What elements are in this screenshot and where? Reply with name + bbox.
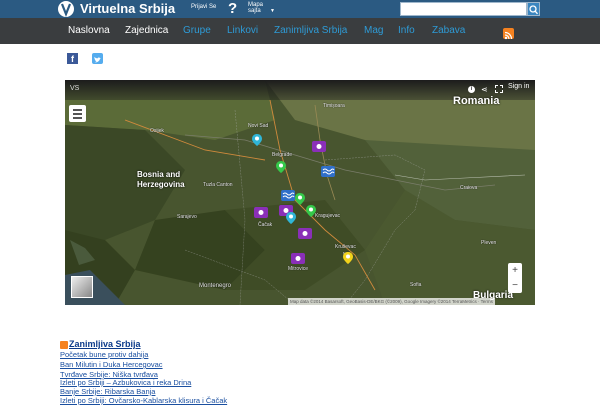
camera-marker-icon[interactable]: [312, 141, 326, 152]
interactive-map[interactable]: VS i ⋖ Sign in Romania Bosnia and Herzeg…: [65, 80, 535, 305]
country-label-bosnia-2: Herzegovina: [137, 180, 185, 189]
map-marker[interactable]: [285, 211, 297, 225]
camera-marker-icon[interactable]: [254, 207, 268, 218]
sitemap-link[interactable]: Mapa sajta: [248, 2, 266, 14]
city-label: Pleven: [481, 240, 497, 246]
map-sign-in-link[interactable]: Sign in: [508, 83, 529, 90]
zoom-in-button[interactable]: +: [508, 263, 522, 278]
feed-item[interactable]: Ban Milutin i Duka Hercegovac: [60, 360, 163, 370]
login-link[interactable]: Prijavi Se: [191, 3, 216, 11]
city-label: Mitrovice: [288, 266, 309, 272]
map-marker[interactable]: [251, 133, 263, 147]
city-label: Timișoara: [323, 103, 345, 109]
map-marker[interactable]: [275, 160, 287, 174]
share-icon[interactable]: ⋖: [481, 85, 488, 94]
map-zoom-control: + −: [508, 263, 522, 293]
site-logo-icon[interactable]: [58, 1, 74, 17]
nav-item-naslovna[interactable]: Naslovna: [68, 18, 110, 44]
search-input[interactable]: [400, 2, 527, 16]
city-label: Čačak: [258, 222, 273, 228]
nav-item-zanimljiva-srbija[interactable]: Zanimljiva Srbija: [274, 18, 347, 44]
city-label: Belgrade: [272, 152, 293, 158]
nav-item-zajednica[interactable]: Zajednica: [125, 18, 168, 44]
map-type-toggle[interactable]: [71, 276, 93, 298]
rss-icon[interactable]: [503, 28, 514, 40]
city-label: Craiova: [460, 185, 478, 191]
zoom-out-button[interactable]: −: [508, 278, 522, 293]
feed-title[interactable]: Zanimljiva Srbija: [69, 339, 141, 349]
rss-icon[interactable]: [60, 341, 68, 349]
map-attribution[interactable]: Map data ©2014 Basarsoft, GeoBasis-DE/BK…: [288, 298, 495, 305]
city-label: Montenegro: [199, 283, 232, 289]
country-label-bosnia-1: Bosnia and: [137, 170, 181, 179]
site-title[interactable]: Virtuelna Srbija: [80, 1, 175, 17]
feed-item[interactable]: Izleti po Srbiji: Ovčarsko-Kablarska kli…: [60, 396, 227, 406]
camera-marker-icon[interactable]: [298, 228, 312, 239]
search-icon: [529, 5, 539, 15]
city-label: Osijek: [150, 128, 164, 134]
map-marker[interactable]: [305, 204, 317, 218]
fullscreen-icon[interactable]: [495, 85, 503, 93]
city-label: Kragujevac: [315, 213, 341, 219]
map-corner-label: VS: [70, 85, 80, 92]
water-marker-icon[interactable]: [321, 166, 335, 177]
facebook-icon[interactable]: f: [67, 53, 78, 64]
twitter-icon[interactable]: [92, 53, 103, 64]
info-icon[interactable]: i: [468, 86, 475, 93]
nav-item-mag[interactable]: Mag: [364, 18, 383, 44]
chevron-down-icon[interactable]: ▼: [270, 8, 275, 14]
help-icon[interactable]: ?: [228, 0, 237, 18]
camera-marker-icon[interactable]: [291, 253, 305, 264]
city-label: Sofia: [410, 282, 422, 288]
feed-item[interactable]: Početak bune protiv dahija: [60, 350, 148, 360]
map-marker[interactable]: [342, 251, 354, 265]
nav-item-info[interactable]: Info: [398, 18, 415, 44]
nav-item-zabava[interactable]: Zabava: [432, 18, 465, 44]
search-button[interactable]: [527, 2, 540, 16]
city-label: Novi Sad: [248, 123, 269, 129]
water-marker-icon[interactable]: [281, 190, 295, 201]
country-label-romania: Romania: [453, 95, 500, 107]
nav-item-linkovi[interactable]: Linkovi: [227, 18, 258, 44]
city-label: Kruševac: [335, 244, 356, 250]
nav-item-grupe[interactable]: Grupe: [183, 18, 211, 44]
city-label: Tuzla Canton: [203, 182, 233, 188]
city-label: Sarajevo: [177, 214, 197, 220]
map-legend-button[interactable]: [69, 105, 86, 122]
